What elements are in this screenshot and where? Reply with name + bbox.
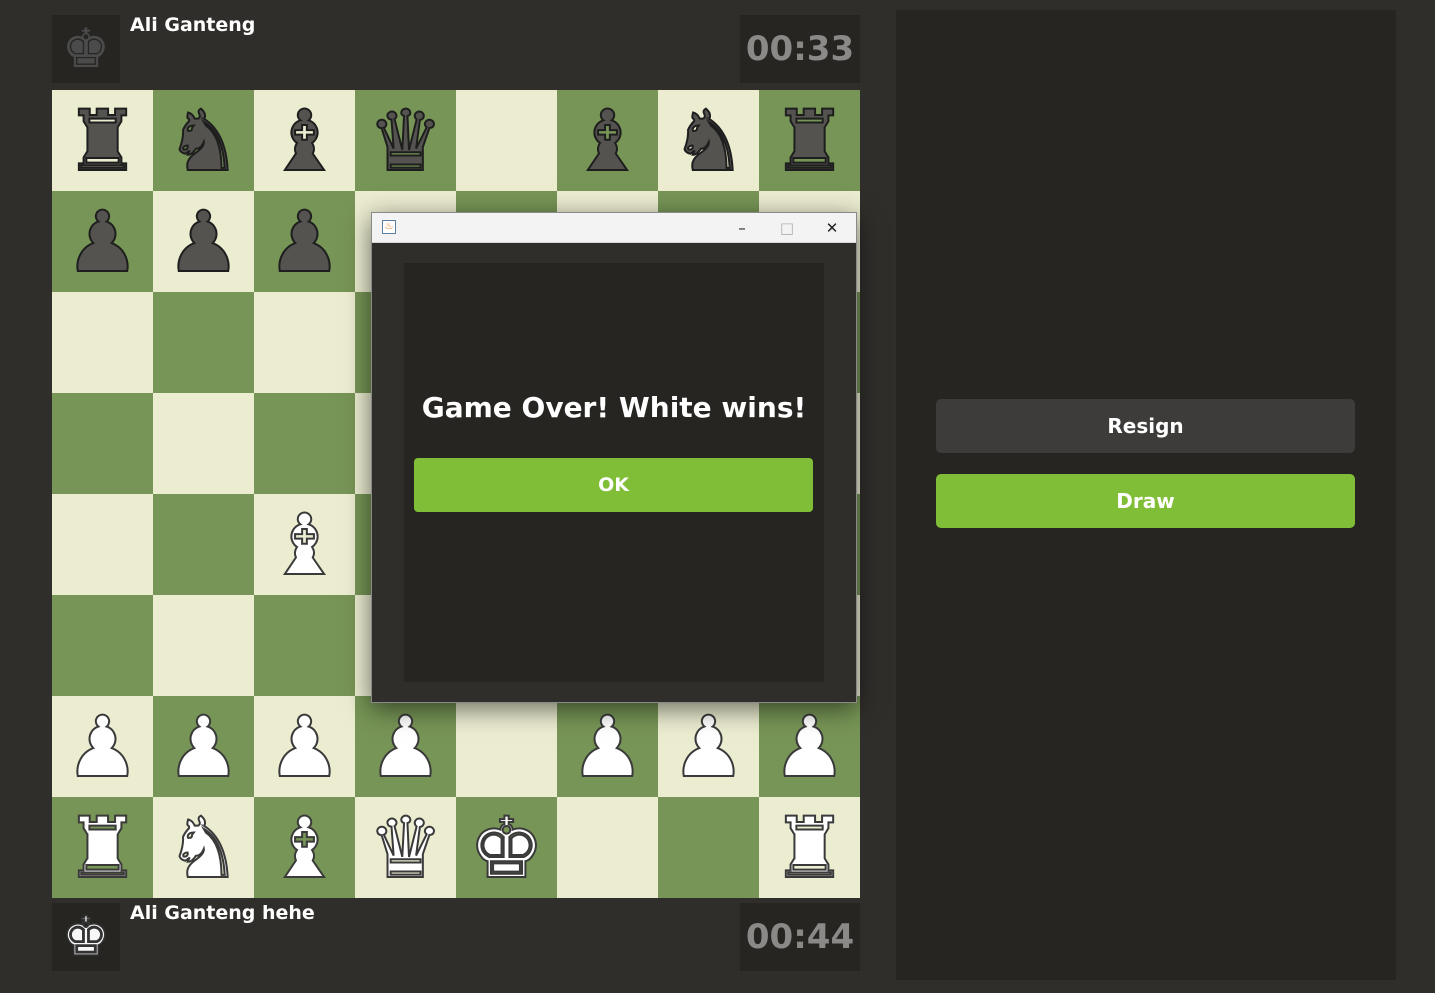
square-a8[interactable]: ♜ xyxy=(52,90,153,191)
black-knight-icon[interactable]: ♞ xyxy=(165,98,242,184)
square-b8[interactable]: ♞ xyxy=(153,90,254,191)
square-d2[interactable]: ♟ xyxy=(355,696,456,797)
square-c7[interactable]: ♟ xyxy=(254,191,355,292)
black-pawn-icon[interactable]: ♟ xyxy=(266,199,343,285)
white-pawn-icon[interactable]: ♟ xyxy=(670,704,747,790)
top-player-bar: ♚ Ali Ganteng 00:33 xyxy=(52,14,860,83)
square-b2[interactable]: ♟ xyxy=(153,696,254,797)
square-d8[interactable]: ♛ xyxy=(355,90,456,191)
white-bishop-icon[interactable]: ♝ xyxy=(266,805,343,891)
minimize-button[interactable]: – xyxy=(720,213,764,242)
square-a6[interactable] xyxy=(52,292,153,393)
square-h2[interactable]: ♟ xyxy=(759,696,860,797)
white-knight-icon[interactable]: ♞ xyxy=(165,805,242,891)
black-pawn-icon[interactable]: ♟ xyxy=(165,199,242,285)
game-over-message: Game Over! White wins! xyxy=(421,391,807,424)
resign-button[interactable]: Resign xyxy=(936,399,1355,453)
square-a2[interactable]: ♟ xyxy=(52,696,153,797)
square-b3[interactable] xyxy=(153,595,254,696)
black-rook-icon[interactable]: ♜ xyxy=(64,98,141,184)
bottom-player-clock: 00:44 xyxy=(740,903,860,971)
square-c2[interactable]: ♟ xyxy=(254,696,355,797)
maximize-button[interactable]: □ xyxy=(765,213,809,242)
black-queen-icon[interactable]: ♛ xyxy=(367,98,444,184)
dialog-titlebar[interactable]: ♨ – □ ✕ xyxy=(372,213,856,243)
square-f8[interactable]: ♝ xyxy=(557,90,658,191)
black-bishop-icon[interactable]: ♝ xyxy=(569,98,646,184)
square-c3[interactable] xyxy=(254,595,355,696)
white-pawn-icon[interactable]: ♟ xyxy=(771,704,848,790)
draw-button[interactable]: Draw xyxy=(936,474,1355,528)
square-c5[interactable] xyxy=(254,393,355,494)
square-h8[interactable]: ♜ xyxy=(759,90,860,191)
square-d1[interactable]: ♛ xyxy=(355,797,456,898)
square-f2[interactable]: ♟ xyxy=(557,696,658,797)
white-pawn-icon[interactable]: ♟ xyxy=(367,704,444,790)
bottom-player-bar: ♚ Ali Ganteng hehe 00:44 xyxy=(52,902,860,971)
black-king-icon: ♚ xyxy=(52,15,120,83)
square-a4[interactable] xyxy=(52,494,153,595)
square-e1[interactable]: ♚ xyxy=(456,797,557,898)
square-b5[interactable] xyxy=(153,393,254,494)
black-pawn-icon[interactable]: ♟ xyxy=(64,199,141,285)
square-f1[interactable] xyxy=(557,797,658,898)
square-c8[interactable]: ♝ xyxy=(254,90,355,191)
square-g1[interactable] xyxy=(658,797,759,898)
square-c6[interactable] xyxy=(254,292,355,393)
square-g8[interactable]: ♞ xyxy=(658,90,759,191)
square-e2[interactable] xyxy=(456,696,557,797)
black-bishop-icon[interactable]: ♝ xyxy=(266,98,343,184)
square-b7[interactable]: ♟ xyxy=(153,191,254,292)
black-rook-icon[interactable]: ♜ xyxy=(771,98,848,184)
square-e8[interactable] xyxy=(456,90,557,191)
java-icon: ♨ xyxy=(382,220,396,234)
square-b6[interactable] xyxy=(153,292,254,393)
white-pawn-icon[interactable]: ♟ xyxy=(569,704,646,790)
white-pawn-icon[interactable]: ♟ xyxy=(165,704,242,790)
square-a1[interactable]: ♜ xyxy=(52,797,153,898)
ok-button[interactable]: OK xyxy=(414,458,813,512)
square-a7[interactable]: ♟ xyxy=(52,191,153,292)
black-knight-icon[interactable]: ♞ xyxy=(670,98,747,184)
white-bishop-icon[interactable]: ♝ xyxy=(266,502,343,588)
square-h1[interactable]: ♜ xyxy=(759,797,860,898)
bottom-player-name: Ali Ganteng hehe xyxy=(130,902,315,924)
square-a5[interactable] xyxy=(52,393,153,494)
white-queen-icon[interactable]: ♛ xyxy=(367,805,444,891)
side-panel: Resign Draw xyxy=(896,10,1396,980)
game-over-dialog: ♨ – □ ✕ Game Over! White wins! OK xyxy=(371,212,857,703)
white-pawn-icon[interactable]: ♟ xyxy=(64,704,141,790)
white-king-icon: ♚ xyxy=(52,903,120,971)
top-player-clock: 00:33 xyxy=(740,15,860,83)
square-c1[interactable]: ♝ xyxy=(254,797,355,898)
white-rook-icon[interactable]: ♜ xyxy=(771,805,848,891)
square-b4[interactable] xyxy=(153,494,254,595)
white-pawn-icon[interactable]: ♟ xyxy=(266,704,343,790)
white-king-icon[interactable]: ♚ xyxy=(468,805,545,891)
square-b1[interactable]: ♞ xyxy=(153,797,254,898)
close-button[interactable]: ✕ xyxy=(810,213,854,242)
square-c4[interactable]: ♝ xyxy=(254,494,355,595)
top-player-name: Ali Ganteng xyxy=(130,14,256,36)
square-a3[interactable] xyxy=(52,595,153,696)
dialog-content: Game Over! White wins! OK xyxy=(404,263,824,682)
square-g2[interactable]: ♟ xyxy=(658,696,759,797)
white-rook-icon[interactable]: ♜ xyxy=(64,805,141,891)
